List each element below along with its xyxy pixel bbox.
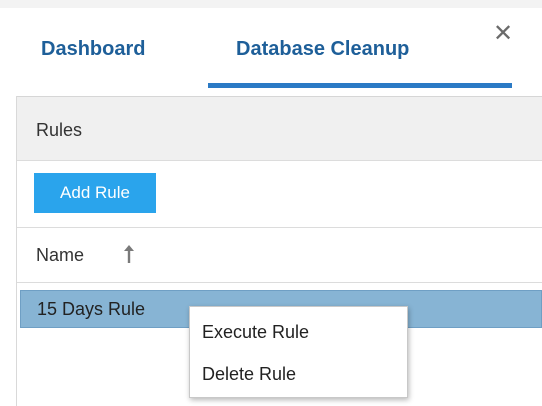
tab-dashboard[interactable]: Dashboard — [41, 38, 145, 61]
row-name-cell: 15 Days Rule — [37, 299, 146, 319]
add-rule-button[interactable]: Add Rule — [34, 173, 156, 213]
active-tab-indicator — [208, 83, 512, 88]
menu-item-delete-rule[interactable]: Delete Rule — [190, 355, 407, 393]
tab-bar: Dashboard Database Cleanup ✕ — [0, 8, 542, 96]
arrow-up-icon[interactable] — [123, 244, 135, 264]
panel-title: Rules — [36, 120, 83, 140]
top-strip — [0, 0, 542, 8]
tab-database-cleanup[interactable]: Database Cleanup — [236, 38, 409, 61]
menu-item-execute-rule[interactable]: Execute Rule — [190, 313, 407, 351]
grid-header: Name — [17, 228, 542, 283]
context-menu: Execute Rule Delete Rule — [189, 306, 408, 398]
toolbar: Add Rule — [17, 161, 542, 228]
close-icon[interactable]: ✕ — [493, 22, 513, 46]
column-header-name[interactable]: Name — [36, 245, 84, 266]
panel-header: Rules — [17, 96, 542, 161]
